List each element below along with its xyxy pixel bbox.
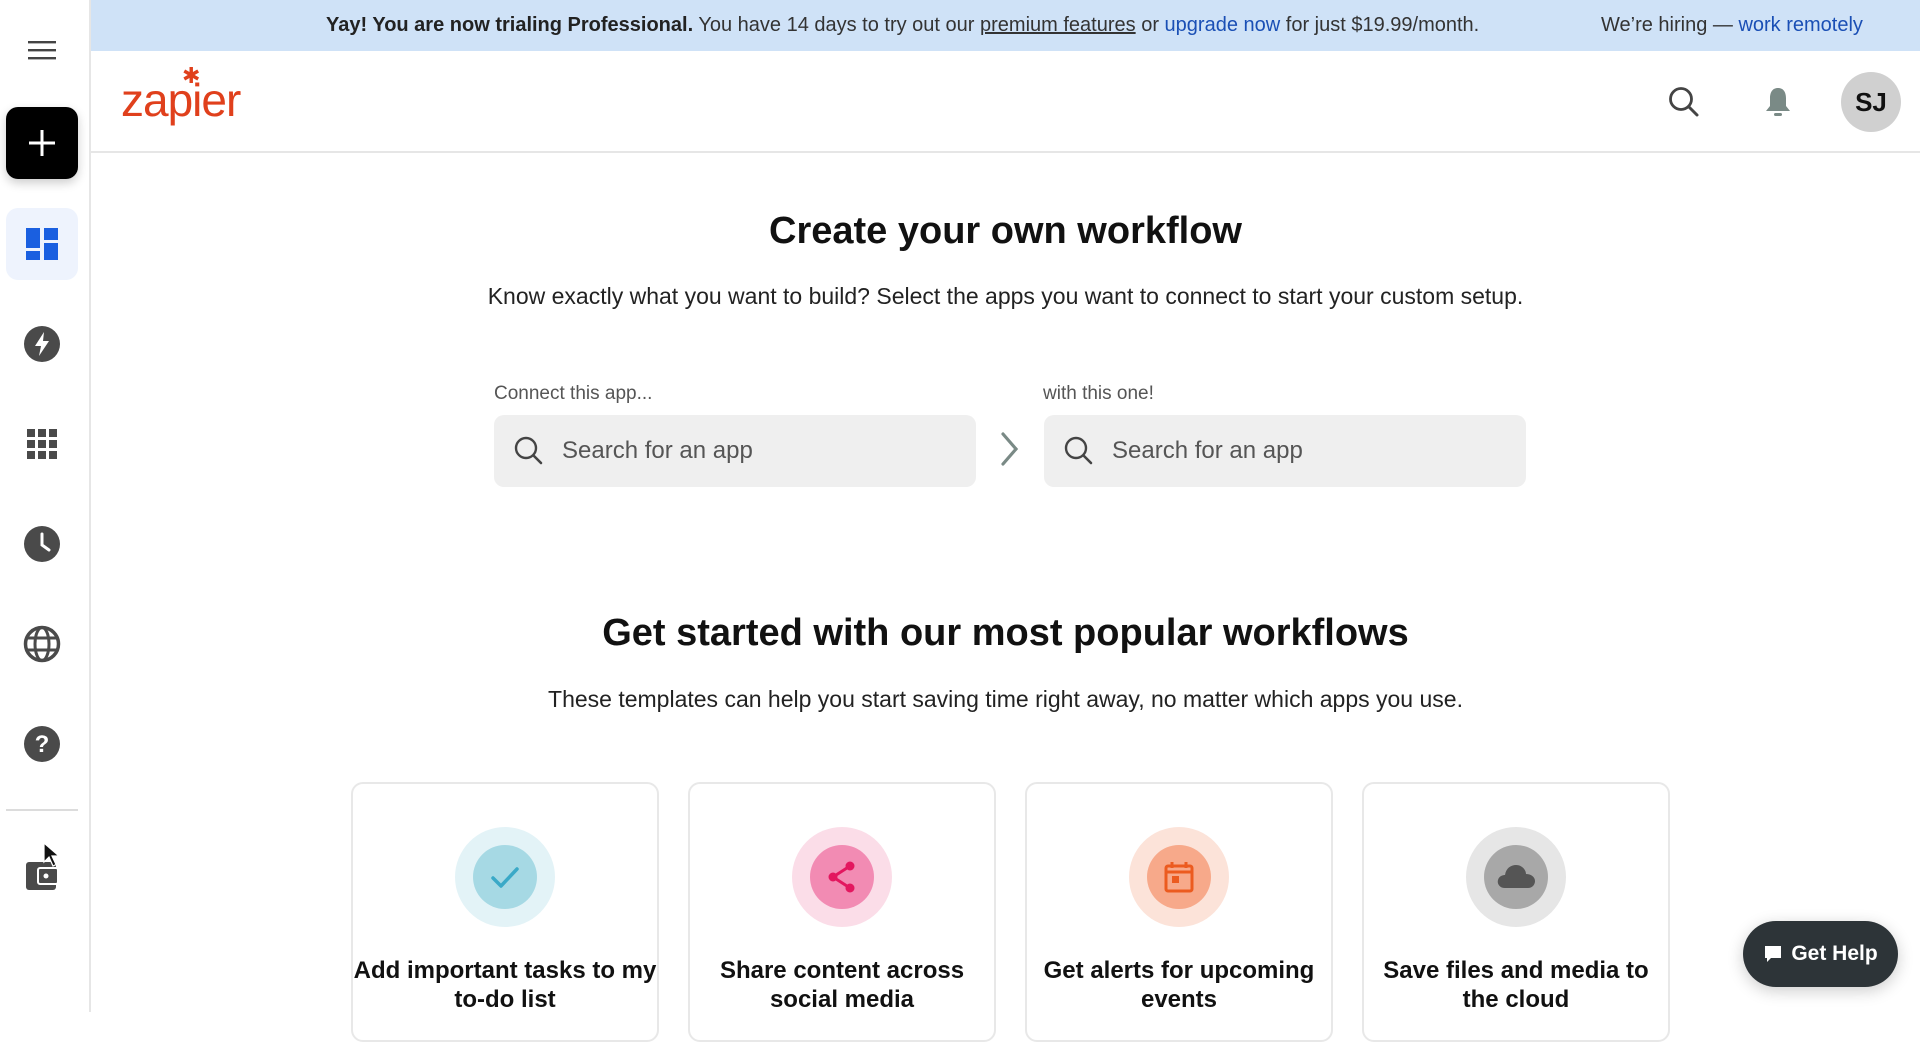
- chat-bubble-icon: [1765, 946, 1782, 962]
- card-icon-ring: [455, 827, 555, 927]
- popular-workflows-title: Get started with our most popular workfl…: [602, 612, 1409, 654]
- trial-text-or: or: [1135, 14, 1165, 36]
- with-this-one-label: with this one!: [1043, 383, 1154, 404]
- card-title: Save files and media to the cloud: [1383, 957, 1649, 1013]
- menu-button[interactable]: [6, 14, 78, 86]
- workflow-card-social[interactable]: Share content across social media: [688, 782, 996, 1042]
- top-header: ✱ zapier SJ: [91, 51, 1920, 153]
- svg-text:?: ?: [35, 731, 50, 758]
- sidebar-item-apps[interactable]: [6, 408, 78, 480]
- second-app-search[interactable]: [1044, 415, 1526, 487]
- connect-app-label: Connect this app...: [494, 383, 653, 404]
- create-workflow-subtitle: Know exactly what you want to build? Sel…: [487, 283, 1524, 309]
- notifications-button[interactable]: [1755, 79, 1801, 125]
- trial-price-text: for just $19.99/month.: [1280, 14, 1480, 36]
- search-icon: [1669, 87, 1699, 117]
- trial-message: Yay! You are now trialing Professional. …: [326, 14, 1479, 37]
- first-app-search[interactable]: [494, 415, 976, 487]
- hiring-text: We’re hiring —: [1601, 14, 1739, 36]
- bell-icon: [1766, 88, 1790, 116]
- trial-banner: Yay! You are now trialing Professional. …: [91, 0, 1920, 51]
- get-help-label: Get Help: [1791, 942, 1878, 965]
- create-workflow-title: Create your own workflow: [769, 210, 1242, 252]
- sidebar-divider: [6, 809, 78, 811]
- popular-workflows-subtitle: These templates can help you start savin…: [548, 686, 1463, 712]
- trial-text: You have 14 days to try out our: [693, 14, 981, 36]
- second-app-search-input[interactable]: [1112, 437, 1492, 465]
- chevron-right-icon: [1001, 432, 1019, 466]
- sidebar-item-help[interactable]: ?: [6, 708, 78, 780]
- search-button[interactable]: [1661, 79, 1707, 125]
- question-icon: ?: [24, 726, 60, 762]
- workflow-card-todo[interactable]: Add important tasks to my to-do list: [351, 782, 659, 1042]
- search-icon: [1064, 436, 1093, 465]
- workflow-card-events[interactable]: Get alerts for upcoming events: [1025, 782, 1333, 1042]
- create-button[interactable]: [6, 107, 78, 179]
- calendar-icon: [1164, 862, 1194, 893]
- sidebar-item-dashboard[interactable]: [6, 208, 78, 280]
- cloud-icon: [1497, 865, 1535, 888]
- card-icon-ring: [1129, 827, 1229, 927]
- hamburger-icon: [28, 41, 56, 60]
- sidebar-item-explore[interactable]: [6, 608, 78, 680]
- sidebar-item-history[interactable]: [6, 508, 78, 580]
- clock-icon: [24, 526, 60, 562]
- card-title: Get alerts for upcoming events: [1043, 957, 1315, 1013]
- sidebar-item-billing[interactable]: [6, 838, 78, 910]
- sidebar-item-zaps[interactable]: [6, 308, 78, 380]
- dashboard-icon: [26, 228, 58, 260]
- lightning-icon: [24, 326, 60, 362]
- card-icon-ring: [1466, 827, 1566, 927]
- search-icon: [514, 436, 543, 465]
- card-title: Add important tasks to my to-do list: [353, 957, 657, 1013]
- trial-bold-text: Yay! You are now trialing Professional.: [326, 14, 694, 36]
- premium-features-link[interactable]: premium features: [980, 14, 1136, 36]
- hiring-message: We’re hiring — work remotely: [1601, 14, 1863, 37]
- check-icon: [491, 867, 519, 888]
- logo-asterisk-icon: ✱: [182, 63, 200, 88]
- mouse-cursor-icon: [43, 842, 61, 867]
- get-help-button[interactable]: Get Help: [1743, 921, 1898, 987]
- first-app-search-input[interactable]: [562, 437, 942, 465]
- card-title: Share content across social media: [719, 957, 965, 1013]
- workflow-card-cloud[interactable]: Save files and media to the cloud: [1362, 782, 1670, 1042]
- plus-icon: [29, 130, 55, 156]
- globe-icon: [23, 625, 61, 663]
- share-icon: [828, 861, 855, 893]
- card-icon-ring: [792, 827, 892, 927]
- zapier-logo[interactable]: ✱ zapier: [121, 63, 241, 127]
- grid-icon: [27, 429, 57, 459]
- upgrade-now-link[interactable]: upgrade now: [1165, 14, 1281, 36]
- work-remotely-link[interactable]: work remotely: [1738, 14, 1862, 36]
- logo-text: zapier: [121, 74, 241, 126]
- user-avatar[interactable]: SJ: [1841, 72, 1901, 132]
